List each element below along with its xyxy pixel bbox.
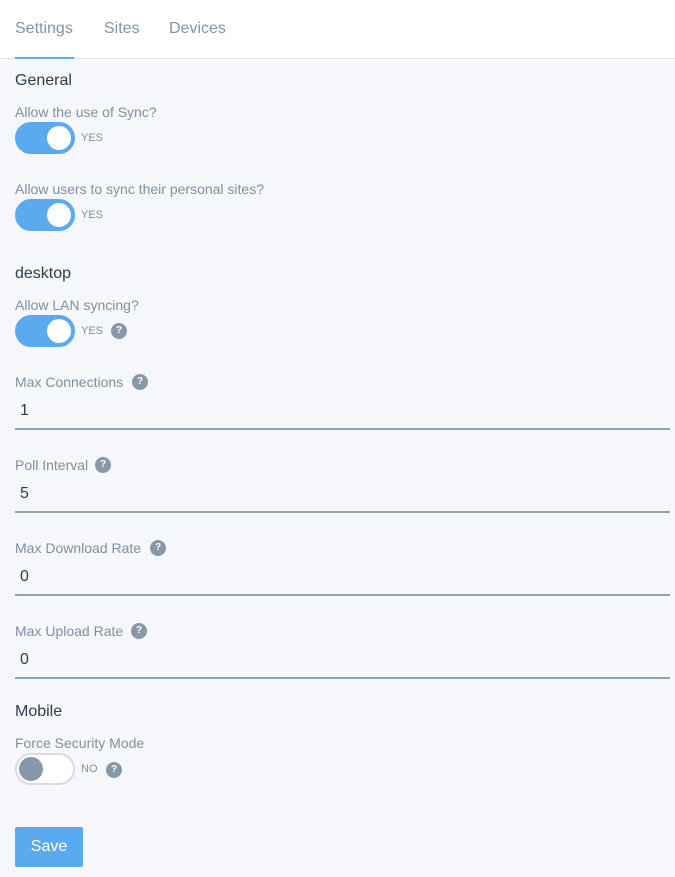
allow-personal-sites-state: YES (81, 209, 104, 221)
force-security-mode-toggle[interactable] (15, 753, 75, 785)
allow-personal-sites-label: Allow users to sync their personal sites… (15, 181, 264, 197)
help-icon[interactable]: ? (106, 762, 122, 778)
section-heading-mobile: Mobile (15, 703, 63, 720)
allow-sync-state: YES (81, 132, 104, 144)
section-heading-general: General (15, 72, 72, 89)
max-download-rate-label: Max Download Rate (15, 540, 142, 556)
max-connections-input[interactable] (15, 394, 670, 430)
max-connections-label: Max Connections (15, 374, 124, 390)
toggle-knob (47, 126, 71, 150)
max-upload-rate-label: Max Upload Rate (15, 623, 124, 639)
force-security-mode-label: Force Security Mode (15, 735, 145, 751)
poll-interval-input[interactable] (15, 477, 670, 513)
help-icon[interactable]: ? (132, 374, 148, 390)
help-icon[interactable]: ? (131, 623, 147, 639)
toggle-knob (47, 319, 71, 343)
allow-lan-state: YES (81, 325, 104, 337)
allow-personal-sites-toggle[interactable] (15, 199, 75, 231)
allow-lan-toggle[interactable] (15, 315, 75, 347)
max-upload-rate-input[interactable] (15, 643, 670, 679)
max-download-rate-input[interactable] (15, 560, 670, 596)
help-icon[interactable]: ? (111, 323, 127, 339)
tab-sites[interactable]: Sites (104, 20, 140, 59)
allow-sync-label: Allow the use of Sync? (15, 104, 157, 120)
help-icon[interactable]: ? (95, 457, 111, 473)
allow-lan-label: Allow LAN syncing? (15, 297, 139, 313)
toggle-knob (47, 203, 71, 227)
allow-sync-toggle[interactable] (15, 122, 75, 154)
tab-devices[interactable]: Devices (169, 20, 226, 59)
force-security-mode-state: NO (81, 763, 98, 775)
toggle-knob (19, 757, 43, 781)
help-icon[interactable]: ? (150, 540, 166, 556)
poll-interval-label: Poll Interval (15, 457, 89, 473)
tab-settings[interactable]: Settings (15, 20, 74, 59)
section-heading-desktop: desktop (15, 265, 72, 282)
tab-bar: Settings Sites Devices (0, 0, 675, 59)
save-button[interactable]: Save (15, 827, 83, 867)
